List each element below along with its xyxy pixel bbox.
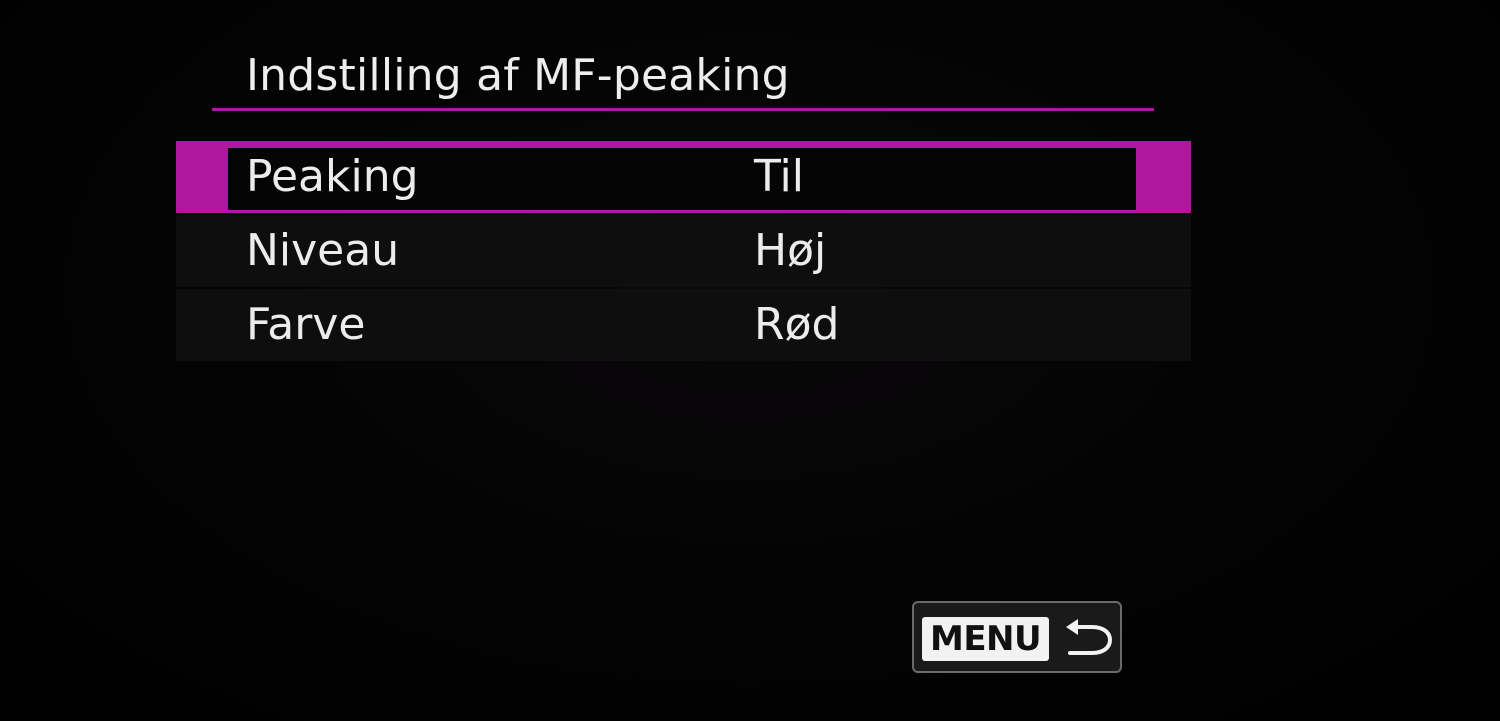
menu-item-value: Rød — [754, 299, 840, 350]
menu-item-label: Peaking — [246, 151, 419, 202]
title-divider — [212, 108, 1154, 111]
menu-item-peaking[interactable]: Peaking Til — [176, 141, 1191, 213]
return-arrow-icon — [1066, 619, 1113, 655]
menu-item-value: Høj — [754, 225, 827, 276]
menu-item-farve[interactable]: Farve Rød — [176, 289, 1191, 361]
menu-button-label: MENU — [922, 617, 1050, 661]
menu-back-button[interactable]: MENU — [912, 601, 1122, 673]
page-title: Indstilling af MF-peaking — [246, 50, 790, 101]
menu-item-label: Niveau — [246, 225, 400, 276]
menu-item-niveau[interactable]: Niveau Høj — [176, 215, 1191, 287]
menu-item-value: Til — [754, 151, 804, 202]
settings-list: Peaking Til Niveau Høj Farve Rød — [176, 141, 1191, 363]
menu-item-label: Farve — [246, 299, 366, 350]
camera-menu-screen: Indstilling af MF-peaking Peaking Til Ni… — [0, 0, 1500, 721]
